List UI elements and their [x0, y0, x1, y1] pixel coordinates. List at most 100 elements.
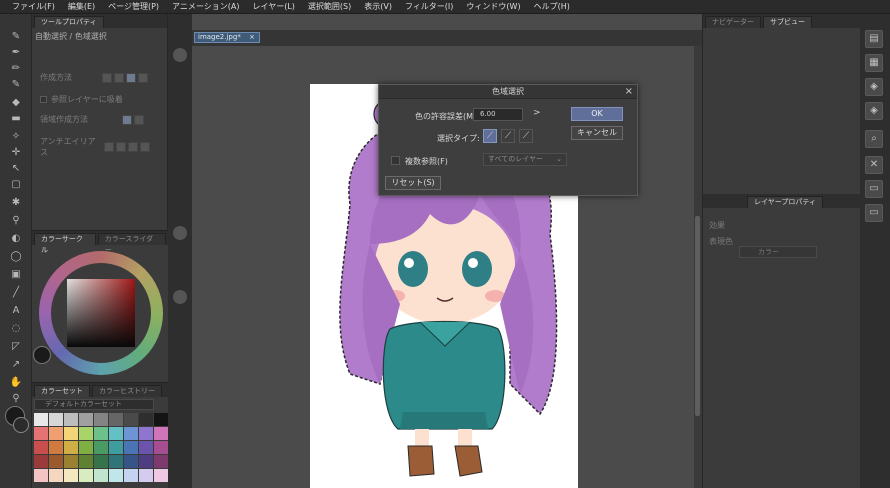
- color-swatch[interactable]: [34, 441, 48, 454]
- pencil-icon[interactable]: ✏: [9, 62, 23, 75]
- color-swatch[interactable]: [79, 469, 93, 482]
- marker-icon[interactable]: ✎: [9, 78, 23, 91]
- menu-item[interactable]: 選択範囲(S): [308, 1, 351, 12]
- collapse-knob[interactable]: [173, 48, 187, 62]
- document-tab[interactable]: image2.jpg* ×: [194, 32, 260, 43]
- canvas-scrollbar[interactable]: [694, 46, 702, 488]
- color-wheel[interactable]: [39, 251, 163, 375]
- prop-row-area[interactable]: 領域作成方法: [40, 114, 144, 125]
- color-swatch[interactable]: [79, 413, 93, 426]
- cancel-button[interactable]: キャンセル: [571, 126, 623, 140]
- chevron-right-icon[interactable]: >: [533, 108, 541, 118]
- color-swatch[interactable]: [49, 469, 63, 482]
- polygon-icon[interactable]: ◸: [9, 340, 23, 353]
- collapse-knob[interactable]: [173, 290, 187, 304]
- color-square[interactable]: [67, 279, 135, 347]
- color-swatch[interactable]: [139, 469, 153, 482]
- menu-item[interactable]: ヘルプ(H): [534, 1, 570, 12]
- color-swatch[interactable]: [154, 413, 168, 426]
- fill-icon[interactable]: ◆: [9, 96, 23, 109]
- balloon-icon[interactable]: ◌: [9, 322, 23, 335]
- menu-item[interactable]: 表示(V): [364, 1, 392, 12]
- color-swatch[interactable]: [124, 427, 138, 440]
- color-swatch[interactable]: [94, 455, 108, 468]
- color-swatch[interactable]: [79, 427, 93, 440]
- color-swatch[interactable]: [64, 413, 78, 426]
- tolerance-input[interactable]: 6.00: [473, 108, 523, 121]
- color-swatch[interactable]: [109, 455, 123, 468]
- color-swatch[interactable]: [64, 455, 78, 468]
- reset-button[interactable]: リセット(S): [385, 176, 441, 190]
- color-swatch[interactable]: [154, 441, 168, 454]
- color-swatch[interactable]: [154, 427, 168, 440]
- menu-item[interactable]: フィルター(I): [405, 1, 453, 12]
- sub-color-swatch[interactable]: [13, 417, 29, 433]
- tab-navigator[interactable]: ナビゲーター: [705, 16, 761, 28]
- color-swatch[interactable]: [109, 441, 123, 454]
- tab-color-wheel[interactable]: カラーサークル: [34, 233, 96, 254]
- save-icon[interactable]: ▤: [865, 30, 883, 48]
- eyedropper-add-icon[interactable]: ⟋: [501, 129, 515, 143]
- tab-color-set[interactable]: カラーセット: [34, 385, 90, 397]
- color-swatch[interactable]: [124, 455, 138, 468]
- eraser-icon[interactable]: ▬: [9, 112, 23, 125]
- auto-select-icon[interactable]: ✱: [9, 196, 23, 209]
- color-swatch[interactable]: [34, 455, 48, 468]
- color-swatch[interactable]: [139, 455, 153, 468]
- color-swatch[interactable]: [49, 455, 63, 468]
- prop-row-snap[interactable]: 参照レイヤーに吸着: [40, 94, 123, 105]
- pen-icon[interactable]: ✒: [9, 46, 23, 59]
- hand-icon[interactable]: ✋: [9, 376, 23, 389]
- color-swatch[interactable]: [94, 469, 108, 482]
- expression-color-select[interactable]: カラー: [739, 246, 817, 258]
- color-swatch[interactable]: [94, 441, 108, 454]
- menu-item[interactable]: 編集(E): [68, 1, 95, 12]
- color-swatch[interactable]: [34, 413, 48, 426]
- menu-item[interactable]: ウィンドウ(W): [466, 1, 520, 12]
- color-swatch[interactable]: [79, 455, 93, 468]
- gradient-icon[interactable]: ◐: [9, 232, 23, 245]
- tab-tool-property[interactable]: ツールプロパティ: [34, 16, 104, 28]
- color-swatch[interactable]: [139, 413, 153, 426]
- color-swatch[interactable]: [49, 441, 63, 454]
- color-set-select[interactable]: デフォルトカラーセット: [34, 399, 154, 410]
- layer-icon[interactable]: ◈: [865, 102, 883, 120]
- operation-icon[interactable]: ↖: [9, 162, 23, 175]
- eyedropper-icon[interactable]: ⟋: [483, 129, 497, 143]
- current-color-chip[interactable]: [33, 346, 51, 364]
- menu-item[interactable]: レイヤー(L): [252, 1, 294, 12]
- search-icon[interactable]: ⌕: [865, 130, 883, 148]
- color-swatch[interactable]: [109, 469, 123, 482]
- color-swatch[interactable]: [64, 469, 78, 482]
- multi-ref-checkbox[interactable]: [391, 156, 400, 165]
- close-icon[interactable]: ×: [249, 33, 255, 42]
- color-swatch[interactable]: [139, 441, 153, 454]
- panel-icon[interactable]: ▦: [865, 54, 883, 72]
- brush-icon[interactable]: ✎: [9, 30, 23, 43]
- color-swatch[interactable]: [124, 413, 138, 426]
- color-swatch[interactable]: [154, 455, 168, 468]
- scroll-thumb[interactable]: [695, 216, 700, 416]
- menu-item[interactable]: アニメーション(A): [172, 1, 239, 12]
- layer-icon[interactable]: ◈: [865, 78, 883, 96]
- prop-row-antialias[interactable]: アンチエイリアス: [40, 136, 150, 158]
- color-swatch[interactable]: [49, 413, 63, 426]
- color-swatch[interactable]: [124, 469, 138, 482]
- color-swatch[interactable]: [34, 427, 48, 440]
- color-swatch[interactable]: [94, 427, 108, 440]
- tab-layer-property[interactable]: レイヤープロパティ: [747, 196, 823, 208]
- close-icon[interactable]: ×: [625, 85, 633, 99]
- color-swatch[interactable]: [79, 441, 93, 454]
- spoit-icon[interactable]: ⚲: [9, 392, 23, 405]
- move-icon[interactable]: ✛: [9, 146, 23, 159]
- color-swatch[interactable]: [64, 441, 78, 454]
- select-icon[interactable]: ▢: [9, 178, 23, 191]
- color-swatch[interactable]: [109, 427, 123, 440]
- eyedropper-remove-icon[interactable]: ⟋: [519, 129, 533, 143]
- ok-button[interactable]: OK: [571, 107, 623, 121]
- color-swatch[interactable]: [124, 441, 138, 454]
- tab-color-slider[interactable]: カラースライダー: [97, 233, 166, 254]
- pointer-icon[interactable]: ↗: [9, 358, 23, 371]
- color-swatch[interactable]: [139, 427, 153, 440]
- color-swatch[interactable]: [64, 427, 78, 440]
